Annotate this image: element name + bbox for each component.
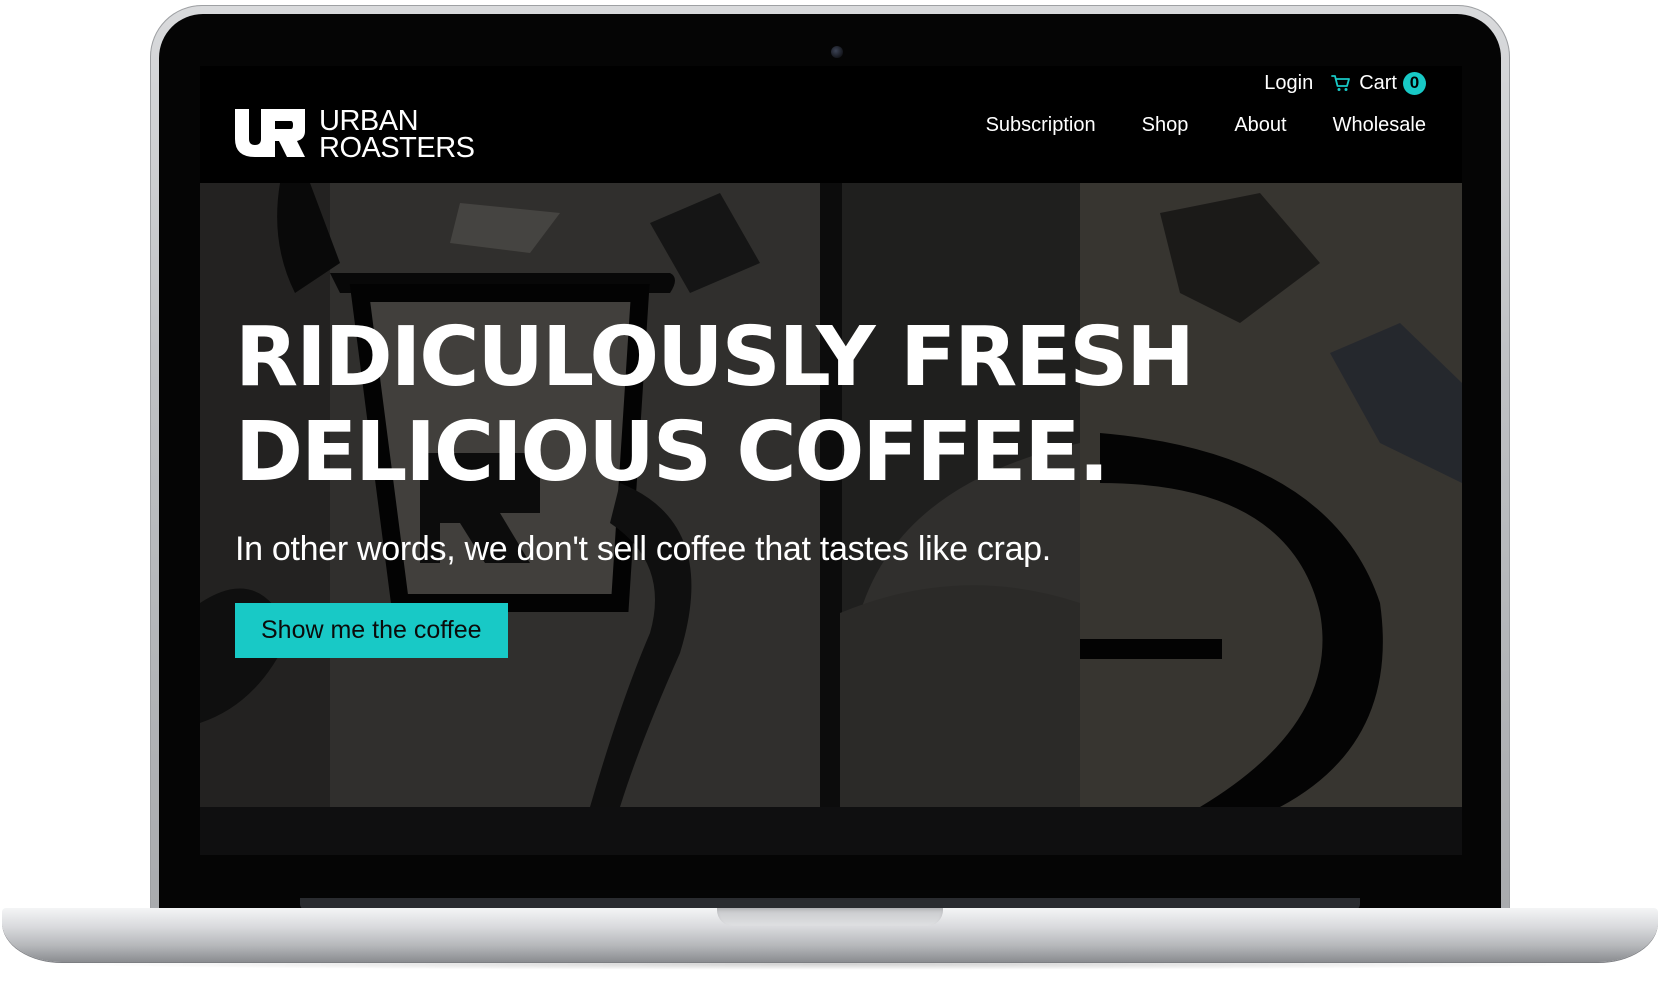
hero-subtitle: In other words, we don't sell coffee tha… — [235, 530, 1051, 568]
cart-count-badge: 0 — [1403, 71, 1426, 95]
cart-label: Cart — [1359, 71, 1397, 94]
laptop-mockup: Login Cart 0 URBAN ROASTERS Subscription… — [0, 0, 1660, 983]
hero-content: RIDICULOUSLY FRESH DELICIOUS COFFEE. In … — [235, 310, 1195, 658]
hero-title-line-1: RIDICULOUSLY FRESH — [235, 310, 1195, 405]
utility-nav: Login Cart 0 — [1264, 66, 1426, 100]
hero-title-line-2: DELICIOUS COFFEE. — [235, 405, 1110, 500]
cart-icon — [1331, 74, 1351, 92]
logo-wordmark: URBAN ROASTERS — [319, 105, 475, 164]
hero-title: RIDICULOUSLY FRESH DELICIOUS COFFEE. — [235, 310, 1195, 500]
ur-logo-icon — [235, 108, 305, 162]
hero-section: RIDICULOUSLY FRESH DELICIOUS COFFEE. In … — [200, 183, 1462, 807]
site-logo[interactable]: URBAN ROASTERS — [235, 105, 475, 164]
laptop-notch — [717, 908, 943, 926]
nav-subscription[interactable]: Subscription — [986, 114, 1096, 137]
nav-about[interactable]: About — [1234, 114, 1286, 137]
main-nav: Subscription Shop About Wholesale — [986, 114, 1426, 137]
logo-line-1: URBAN — [319, 105, 419, 137]
browser-viewport: Login Cart 0 URBAN ROASTERS Subscription… — [200, 66, 1462, 855]
cart-link[interactable]: Cart 0 — [1331, 71, 1426, 95]
login-link[interactable]: Login — [1264, 72, 1313, 95]
nav-shop[interactable]: Shop — [1142, 114, 1189, 137]
nav-wholesale[interactable]: Wholesale — [1333, 114, 1426, 137]
hero-bottom-strip — [200, 807, 1462, 855]
logo-line-2: ROASTERS — [319, 132, 475, 164]
camera-icon — [831, 46, 843, 58]
site-header: Login Cart 0 URBAN ROASTERS Subscription… — [200, 66, 1462, 184]
show-coffee-button[interactable]: Show me the coffee — [235, 603, 508, 658]
